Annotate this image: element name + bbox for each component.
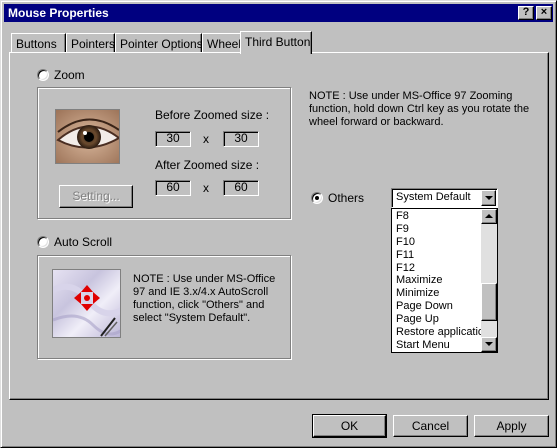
before-zoomed-label: Before Zoomed size : [155, 108, 270, 122]
chevron-down-icon [485, 196, 493, 200]
others-combo-value: System Default [396, 191, 471, 203]
auto-scroll-radio-button[interactable] [37, 236, 49, 248]
help-button[interactable]: ? [518, 6, 534, 20]
zoom-radio-button[interactable] [37, 69, 49, 81]
before-times-label: x [203, 132, 209, 146]
setting-button[interactable]: Setting... [59, 185, 133, 208]
dropdown-scrollbar[interactable] [481, 209, 497, 352]
scroll-down-button[interactable] [481, 337, 497, 352]
ok-button[interactable]: OK [312, 414, 387, 438]
list-item-page-down[interactable]: Page Down [393, 300, 485, 313]
before-width-value: 30 [155, 131, 191, 147]
auto-scroll-radio-label: Auto Scroll [54, 235, 113, 249]
zoom-radio[interactable]: Zoom [37, 67, 85, 83]
zoom-radio-label: Zoom [54, 68, 85, 82]
others-radio-button[interactable] [311, 192, 323, 204]
autoscroll-icon [52, 269, 121, 338]
list-item-f10[interactable]: F10 [393, 236, 485, 249]
apply-button[interactable]: Apply [474, 415, 549, 437]
list-item-start-menu[interactable]: Start Menu [393, 339, 485, 352]
scroll-up-button[interactable] [481, 209, 497, 224]
tab-pointers[interactable]: Pointers [66, 33, 115, 53]
others-dropdown-list[interactable]: F8 F9 F10 F11 F12 Maximize Minimize Page… [391, 208, 498, 353]
combo-dropdown-button[interactable] [481, 190, 496, 206]
others-radio[interactable]: Others [311, 190, 364, 206]
dropdown-items: F8 F9 F10 F11 F12 Maximize Minimize Page… [393, 210, 485, 352]
tab-pointer-options[interactable]: Pointer Options [115, 33, 203, 53]
list-item-f8[interactable]: F8 [393, 210, 485, 223]
others-radio-label: Others [328, 191, 365, 205]
after-zoomed-label: After Zoomed size : [155, 158, 260, 172]
after-times-label: x [203, 181, 209, 195]
before-height-value: 30 [223, 131, 259, 147]
after-width-value: 60 [155, 180, 191, 196]
tab-third-button[interactable]: Third Button [240, 31, 312, 54]
eye-icon [55, 109, 120, 164]
list-item-f9[interactable]: F9 [393, 223, 485, 236]
zoom-note: NOTE : Use under MS-Office 97 Zooming fu… [309, 90, 530, 128]
chevron-down-icon [485, 342, 493, 346]
list-item-f12[interactable]: F12 [393, 262, 485, 275]
tab-wheel[interactable]: Wheel [202, 33, 242, 53]
list-item-page-up[interactable]: Page Up [393, 313, 485, 326]
tab-buttons[interactable]: Buttons [11, 33, 66, 53]
window-title: Mouse Properties [8, 6, 109, 20]
scroll-thumb[interactable] [481, 283, 497, 321]
list-item-minimize[interactable]: Minimize [393, 287, 485, 300]
others-combo[interactable]: System Default [391, 188, 498, 208]
cancel-button[interactable]: Cancel [393, 415, 468, 437]
after-height-value: 60 [223, 180, 259, 196]
auto-scroll-radio[interactable]: Auto Scroll [37, 234, 112, 250]
close-button[interactable]: × [536, 6, 552, 20]
list-item-restore-application[interactable]: Restore application [393, 326, 485, 339]
auto-scroll-note: NOTE : Use under MS-Office 97 and IE 3.x… [133, 273, 276, 324]
list-item-maximize[interactable]: Maximize [393, 274, 485, 287]
title-bar[interactable]: Mouse Properties ? × [4, 4, 553, 22]
chevron-up-icon [485, 214, 493, 218]
setting-button-label: Setting... [72, 189, 120, 203]
list-item-f11[interactable]: F11 [393, 249, 485, 262]
mouse-properties-dialog: Mouse Properties ? × Buttons Pointers Po… [0, 0, 557, 448]
